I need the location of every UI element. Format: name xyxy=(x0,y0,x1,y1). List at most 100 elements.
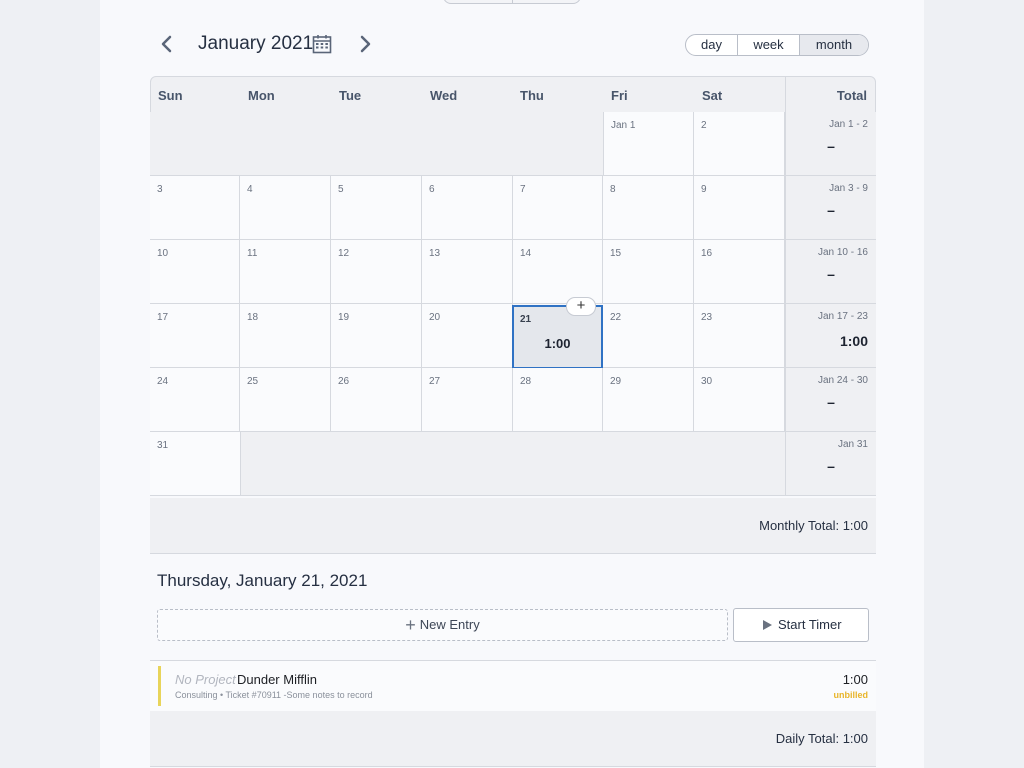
day-cell[interactable]: 9 xyxy=(694,176,785,240)
day-cell[interactable]: 13 xyxy=(422,240,513,304)
day-cell[interactable]: 6 xyxy=(422,176,513,240)
week-range: Jan 1 - 2 xyxy=(829,119,868,130)
entry-meta: Consulting • Ticket #70911 -Some notes t… xyxy=(175,690,373,700)
add-entry-plus-button[interactable]: + xyxy=(566,297,596,316)
day-cell[interactable]: 31 xyxy=(150,432,241,496)
week-total-value: 1:00 xyxy=(839,333,868,349)
weekday-sat: Sat xyxy=(702,88,723,103)
play-icon xyxy=(763,620,772,630)
day-number: 18 xyxy=(247,312,259,323)
month-title: January 2021 xyxy=(198,33,314,54)
top-segmented-control[interactable] xyxy=(443,0,581,4)
plus-icon: + xyxy=(405,615,416,635)
weekday-sun: Sun xyxy=(158,88,183,103)
start-timer-label: Start Timer xyxy=(778,617,842,632)
day-number: 16 xyxy=(701,248,713,259)
day-cell[interactable]: Jan 1 xyxy=(603,112,694,176)
weekday-fri: Fri xyxy=(611,88,628,103)
next-month-button[interactable] xyxy=(354,32,376,56)
day-number: 27 xyxy=(429,376,441,387)
week-total: Jan 31– xyxy=(785,432,876,496)
day-cell[interactable]: 22 xyxy=(603,304,694,368)
new-entry-label: New Entry xyxy=(419,617,480,632)
day-cell[interactable]: 7 xyxy=(513,176,603,240)
entry-project: No Project xyxy=(175,672,236,687)
day-cell[interactable]: 2 xyxy=(694,112,785,176)
week-total: Jan 10 - 16 – xyxy=(785,240,876,304)
weekday-mon: Mon xyxy=(248,88,275,103)
day-cell[interactable]: 26 xyxy=(331,368,422,432)
day-number: 25 xyxy=(247,376,259,387)
day-number: 8 xyxy=(610,184,616,195)
daily-total: Daily Total: 1:00 xyxy=(775,731,868,746)
week-range: Jan 24 - 30 xyxy=(817,375,868,386)
day-number: 19 xyxy=(338,312,350,323)
time-entry-row[interactable]: No Project Dunder Mifflin Consulting • T… xyxy=(150,660,876,712)
day-cell[interactable]: 20 xyxy=(422,304,513,368)
page: January 2021 day week month Sun Mon Tue … xyxy=(100,0,924,768)
day-cell[interactable]: 11 xyxy=(240,240,331,304)
day-number: 2 xyxy=(701,120,707,131)
week-total-value: – xyxy=(827,138,835,154)
day-number: 29 xyxy=(610,376,622,387)
day-number: 9 xyxy=(701,184,707,195)
day-cell[interactable]: 19 xyxy=(331,304,422,368)
day-number: 6 xyxy=(429,184,435,195)
new-entry-button[interactable]: + New Entry xyxy=(157,609,728,641)
view-switcher: day week month xyxy=(685,34,869,56)
header-divider xyxy=(785,77,786,112)
day-cell[interactable]: 25 xyxy=(240,368,331,432)
day-cell[interactable]: 24 xyxy=(150,368,240,432)
day-number: Jan 1 xyxy=(611,120,636,131)
view-month-button[interactable]: month xyxy=(799,35,868,55)
weekday-thu: Thu xyxy=(520,88,544,103)
chevron-right-icon xyxy=(360,35,371,53)
day-cell[interactable]: 29 xyxy=(603,368,694,432)
day-number: 14 xyxy=(520,248,532,259)
day-number: 15 xyxy=(610,248,622,259)
empty-cell xyxy=(150,112,603,176)
week-range: Jan 31 xyxy=(837,439,868,450)
calendar-icon[interactable] xyxy=(312,34,332,54)
day-number: 13 xyxy=(429,248,441,259)
day-cell[interactable]: 5 xyxy=(331,176,422,240)
day-cell[interactable]: 18 xyxy=(240,304,331,368)
day-cell[interactable]: 27 xyxy=(422,368,513,432)
day-title: Thursday, January 21, 2021 xyxy=(157,571,368,590)
day-cell[interactable]: 23 xyxy=(694,304,785,368)
monthly-total: Monthly Total: 1:00 xyxy=(759,518,868,533)
day-cell[interactable]: 3 xyxy=(150,176,240,240)
day-cell[interactable]: 4 xyxy=(240,176,331,240)
week-total: Jan 24 - 30 – xyxy=(785,368,876,432)
day-cell[interactable]: 30 xyxy=(694,368,785,432)
day-cell[interactable]: 17 xyxy=(150,304,240,368)
chevron-left-icon xyxy=(161,35,172,53)
day-cell[interactable]: 14 xyxy=(513,240,603,304)
day-cell[interactable]: 15 xyxy=(603,240,694,304)
week-range: Jan 3 - 9 xyxy=(829,183,868,194)
prev-month-button[interactable] xyxy=(156,32,178,56)
day-number: 28 xyxy=(520,376,532,387)
day-cell[interactable]: 16 xyxy=(694,240,785,304)
day-number: 3 xyxy=(157,184,163,195)
entry-client: Dunder Mifflin xyxy=(237,672,317,687)
day-cell[interactable]: 28 xyxy=(513,368,603,432)
day-number: 12 xyxy=(338,248,350,259)
week-total-value: – xyxy=(827,202,835,218)
day-number: 22 xyxy=(610,312,622,323)
day-number: 24 xyxy=(157,376,169,387)
entry-duration: 1:00 xyxy=(842,672,868,687)
week-total: Jan 1 - 2 – xyxy=(785,112,876,176)
view-week-button[interactable]: week xyxy=(737,35,799,55)
day-cell[interactable]: 8 xyxy=(603,176,694,240)
day-cell[interactable]: 10 xyxy=(150,240,240,304)
week-total: Jan 17 - 23 1:00 xyxy=(785,304,876,368)
day-cell[interactable]: 12 xyxy=(331,240,422,304)
weekday-wed: Wed xyxy=(430,88,458,103)
empty-cell xyxy=(241,432,785,496)
day-hours: 1:00 xyxy=(544,336,571,351)
week-total-value: – xyxy=(827,458,835,474)
total-column-header: Total xyxy=(836,88,867,103)
view-day-button[interactable]: day xyxy=(686,35,737,55)
start-timer-button[interactable]: Start Timer xyxy=(733,608,869,642)
